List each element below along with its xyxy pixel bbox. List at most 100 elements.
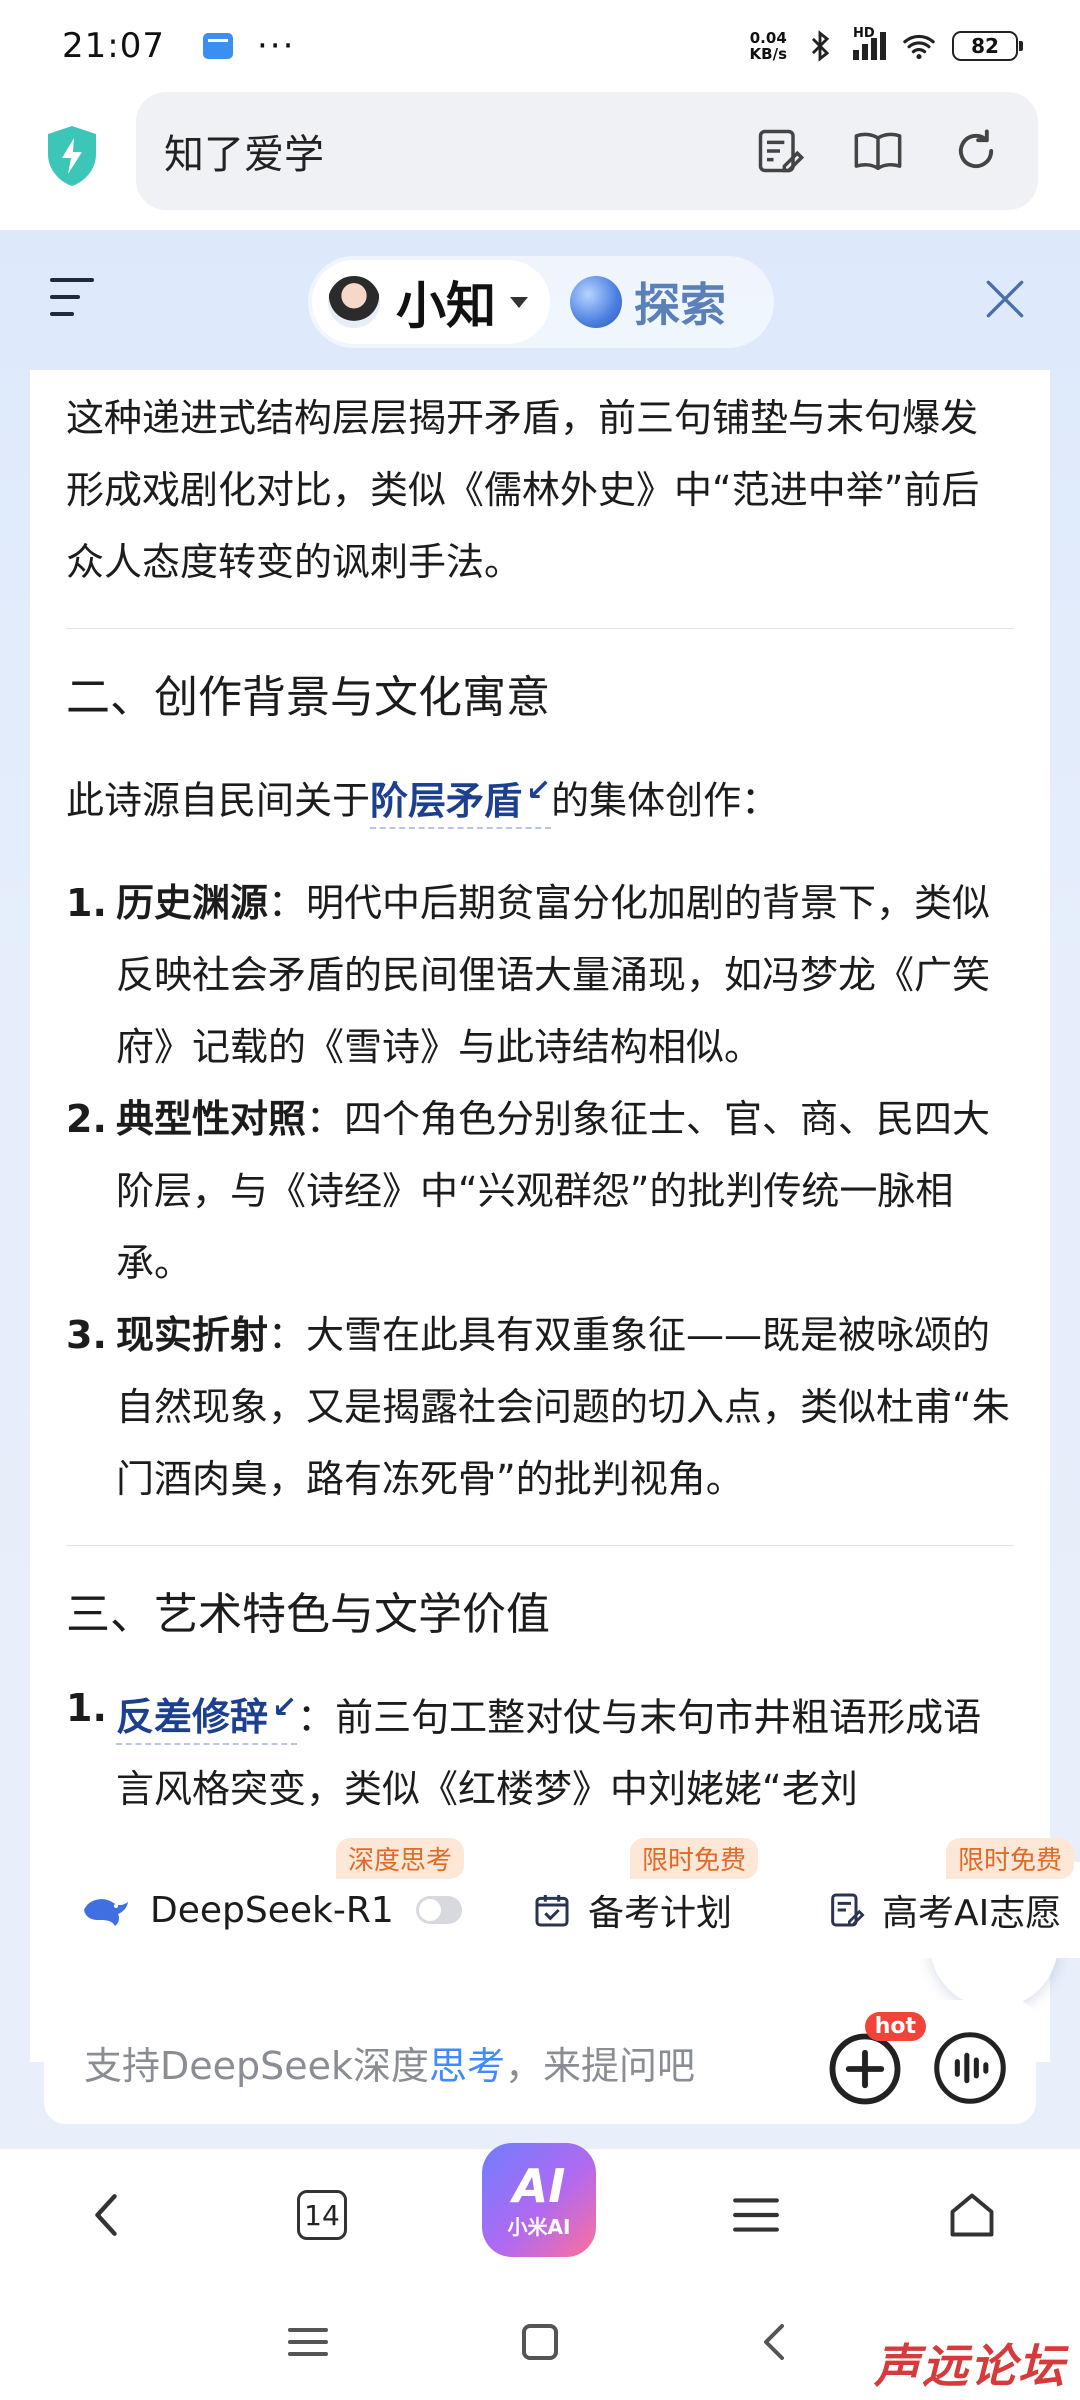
system-navigation-bar: 声远论坛 bbox=[0, 2280, 1080, 2400]
tab-count: 14 bbox=[297, 2190, 347, 2240]
clock: 21:07 bbox=[62, 26, 165, 66]
assistant-name: 小知 bbox=[396, 276, 496, 335]
chevron-down-icon bbox=[510, 296, 528, 308]
list-item: 2. 典型性对照：四个角色分别象征士、官、商、民四大阶层，与《诗经》中“兴观群怨… bbox=[66, 1083, 1014, 1299]
explore-label: 探索 bbox=[634, 278, 726, 332]
answer-content: 这种递进式结构层层揭开矛盾，前三句铺垫与末句爆发形成戏剧化对比，类似《儒林外史》… bbox=[30, 370, 1050, 2062]
hot-badge: hot bbox=[864, 2012, 926, 2041]
plus-circle-icon bbox=[829, 2033, 901, 2105]
whale-icon bbox=[84, 1899, 128, 1926]
status-icons: 0.04 KB/s HD 82 bbox=[750, 26, 1023, 63]
menu-button[interactable] bbox=[724, 2183, 788, 2247]
refresh-icon[interactable] bbox=[950, 125, 1002, 177]
home-button[interactable] bbox=[940, 2183, 1004, 2247]
deep-think-toggle[interactable] bbox=[415, 1896, 462, 1924]
assistant-switcher: 小知 探索 bbox=[308, 256, 774, 348]
list-body: 典型性对照：四个角色分别象征士、官、商、民四大阶层，与《诗经》中“兴观群怨”的批… bbox=[116, 1083, 1014, 1299]
list-number: 1. bbox=[66, 1685, 107, 1730]
list-item: 1. 历史渊源：明代中后期贫富分化加剧的背景下，类似反映社会矛盾的民间俚语大量涌… bbox=[66, 867, 1014, 1083]
status-bar: 21:07 ··· 0.04 KB/s HD 82 bbox=[0, 0, 1080, 92]
explore-tab[interactable]: 探索 bbox=[570, 269, 726, 335]
quick-action-chips: 深度思考 DeepSeek-R1 限时免费 备考计划 限时免费 高考AI志愿 bbox=[0, 1826, 1080, 1976]
address-actions bbox=[754, 125, 1038, 177]
message-notification-icon bbox=[202, 33, 233, 59]
close-icon[interactable] bbox=[980, 274, 1030, 324]
tabs-button[interactable]: 14 bbox=[290, 2183, 354, 2247]
list-number: 1. bbox=[66, 880, 107, 925]
ai-label: 小米AI bbox=[507, 2214, 571, 2239]
chip-label: 高考AI志愿 bbox=[882, 1893, 1062, 1934]
list-number: 2. bbox=[66, 1096, 107, 1141]
placeholder-text: ，来提问吧 bbox=[505, 2043, 696, 2088]
list-body: 历史渊源：明代中后期贫富分化加剧的背景下，类似反映社会矛盾的民间俚语大量涌现，如… bbox=[116, 867, 1014, 1083]
term-link-label: 阶层矛盾 bbox=[370, 778, 523, 823]
chip-tag: 限时免费 bbox=[945, 1838, 1074, 1879]
paragraph: 这种递进式结构层层揭开矛盾，前三句铺垫与末句爆发形成戏剧化对比，类似《儒林外史》… bbox=[66, 396, 980, 584]
address-bar[interactable]: 知了爱学 bbox=[136, 92, 1038, 210]
list-item-title: 现实折射 bbox=[116, 1312, 269, 1357]
chip-label: DeepSeek-R1 bbox=[150, 1889, 394, 1931]
list-item-title: 典型性对照 bbox=[116, 1096, 307, 1141]
home-icon bbox=[950, 2193, 994, 2237]
panel-header: 小知 探索 bbox=[0, 230, 1080, 370]
divider bbox=[66, 628, 1014, 629]
assistant-avatar bbox=[326, 274, 382, 330]
calendar-icon bbox=[535, 1895, 569, 1927]
section-title: 三、艺术特色与文学价值 bbox=[66, 1588, 550, 1640]
term-link-contrast-rhetoric[interactable]: 反差修辞 ↙ bbox=[116, 1690, 298, 1746]
voice-input-icon[interactable] bbox=[932, 2030, 1008, 2106]
placeholder-highlight: 思考 bbox=[429, 2043, 506, 2088]
placeholder-text: 支持DeepSeek深度 bbox=[84, 2043, 430, 2088]
network-speed: 0.04 KB/s bbox=[750, 30, 787, 62]
system-back-icon[interactable] bbox=[752, 2318, 800, 2366]
wifi-icon bbox=[903, 34, 935, 60]
menu-icon[interactable] bbox=[50, 278, 94, 322]
system-home-icon[interactable] bbox=[516, 2318, 564, 2366]
intro-text: 此诗源自民间关于 bbox=[66, 778, 371, 823]
menu-lines-icon bbox=[733, 2198, 779, 2232]
edit-notes-icon[interactable] bbox=[754, 125, 806, 177]
input-placeholder: 支持DeepSeek深度思考，来提问吧 bbox=[84, 2035, 695, 2090]
network-speed-unit: KB/s bbox=[749, 45, 787, 63]
cell-signal-icon: HD bbox=[853, 26, 886, 60]
question-input[interactable]: 支持DeepSeek深度思考，来提问吧 hot bbox=[44, 2000, 1036, 2124]
list-item: 3. 现实折射：大雪在此具有双重象征——既是被咏颂的自然现象，又是揭露社会问题的… bbox=[66, 1299, 1014, 1515]
term-link-class-conflict[interactable]: 阶层矛盾 ↙ bbox=[370, 773, 552, 829]
list-item: 1. 反差修辞 ↙：前三句工整对仗与末句市井粗语形成语言风格突变，类似《红楼梦》中… bbox=[66, 1672, 1014, 1826]
list-item-title: 历史渊源 bbox=[116, 880, 269, 925]
add-attachment-button[interactable]: hot bbox=[826, 2012, 926, 2108]
chip-gaokao-ai[interactable]: 限时免费 高考AI志愿 bbox=[790, 1838, 1080, 1958]
chip-study-plan[interactable]: 限时免费 备考计划 bbox=[496, 1838, 766, 1958]
ai-logo-icon: AI bbox=[512, 2158, 566, 2213]
chevron-left-icon bbox=[95, 2194, 117, 2236]
recent-apps-icon[interactable] bbox=[284, 2318, 332, 2366]
chip-deepseek[interactable]: 深度思考 DeepSeek-R1 bbox=[44, 1838, 472, 1958]
list-number: 3. bbox=[66, 1312, 107, 1357]
bluetooth-icon bbox=[811, 30, 830, 62]
list-body: 现实折射：大雪在此具有双重象征——既是被咏颂的自然现象，又是揭露社会问题的切入点… bbox=[116, 1299, 1014, 1515]
back-button[interactable] bbox=[74, 2183, 138, 2247]
address-bar-row: 知了爱学 bbox=[0, 92, 1080, 230]
security-shield-icon[interactable] bbox=[44, 124, 100, 188]
section-title: 二、创作背景与文化寓意 bbox=[66, 672, 550, 723]
assistant-selector[interactable]: 小知 bbox=[312, 260, 550, 344]
list-body: 反差修辞 ↙：前三句工整对仗与末句市井粗语形成语言风格突变，类似《红楼梦》中刘姥姥… bbox=[116, 1672, 1014, 1826]
intro-text: 的集体创作： bbox=[551, 778, 780, 823]
planet-icon bbox=[570, 276, 622, 328]
browser-bottom-nav: 14 AI 小米AI bbox=[0, 2143, 1080, 2280]
network-speed-value: 0.04 bbox=[749, 29, 787, 47]
page-title: 知了爱学 bbox=[164, 132, 324, 178]
arrow-out-icon: ↙ bbox=[526, 773, 552, 808]
signal-hd-label: HD bbox=[853, 26, 875, 41]
chip-label: 备考计划 bbox=[588, 1893, 733, 1934]
watermark: 声远论坛 bbox=[874, 2339, 1066, 2393]
more-notifications-icon: ··· bbox=[256, 26, 296, 66]
arrow-out-icon: ↙ bbox=[272, 1689, 298, 1725]
application-form-icon bbox=[831, 1893, 865, 1927]
term-link-label: 反差修辞 bbox=[116, 1695, 269, 1740]
chip-tag: 深度思考 bbox=[335, 1838, 464, 1879]
xiaomi-ai-button[interactable]: AI 小米AI bbox=[482, 2143, 596, 2257]
section-intro: 此诗源自民间关于阶层矛盾 ↙的集体创作： bbox=[66, 755, 1014, 837]
divider bbox=[66, 1544, 1014, 1546]
reader-mode-icon[interactable] bbox=[852, 125, 904, 177]
